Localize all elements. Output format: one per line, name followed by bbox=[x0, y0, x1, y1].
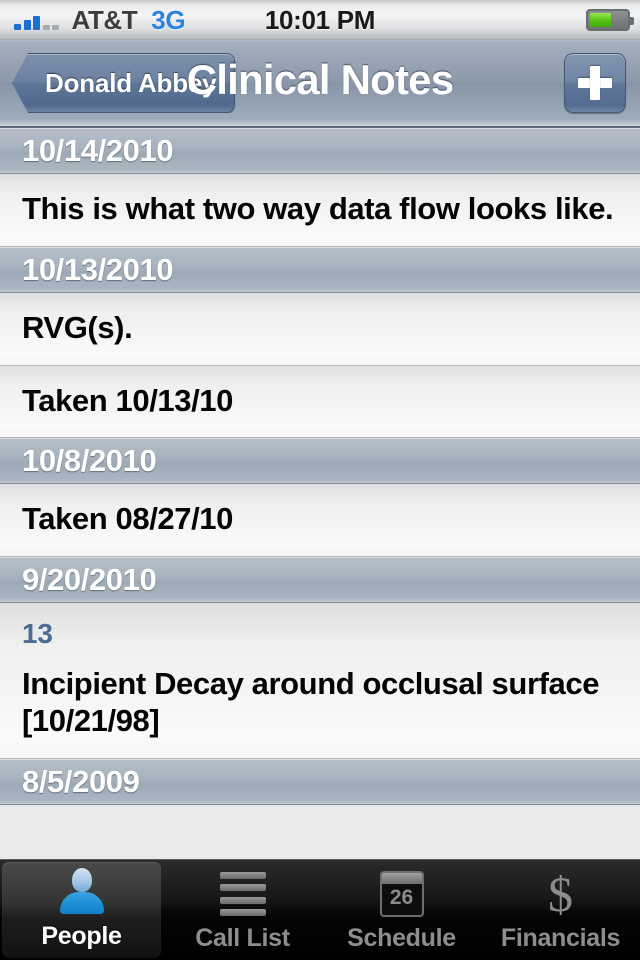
signal-strength-icon bbox=[14, 10, 62, 30]
note-row[interactable]: Taken 08/27/10 bbox=[0, 484, 640, 558]
section-header: 10/14/2010 bbox=[0, 128, 640, 174]
note-row[interactable]: RVG(s). bbox=[0, 292, 640, 366]
section-header: 9/20/2010 bbox=[0, 557, 640, 604]
network-type-label: 3G bbox=[151, 4, 186, 35]
add-note-button[interactable] bbox=[564, 53, 626, 113]
note-row-text: This is what two way data flow looks lik… bbox=[22, 191, 614, 226]
tab-label: Call List bbox=[195, 924, 290, 952]
status-bar: AT&T 3G 10:01 PM bbox=[0, 0, 640, 40]
iphone-screen: AT&T 3G 10:01 PM Donald Abbey Clinical N… bbox=[0, 0, 640, 960]
note-row[interactable]: Taken 10/13/10 bbox=[0, 365, 640, 439]
tab-call-list[interactable]: Call List bbox=[163, 860, 322, 960]
tab-label: People bbox=[41, 922, 122, 950]
calendar-icon: 26 bbox=[379, 868, 424, 920]
section-header-date: 10/8/2010 bbox=[22, 443, 157, 479]
navigation-bar: Donald Abbey Clinical Notes bbox=[0, 40, 640, 128]
status-bar-right bbox=[586, 9, 634, 31]
section-header: 8/5/2009 bbox=[0, 759, 640, 806]
section-header-date: 8/5/2009 bbox=[22, 764, 140, 800]
tab-people[interactable]: People bbox=[2, 862, 161, 958]
note-row-text: RVG(s). bbox=[22, 309, 133, 345]
tab-label: Schedule bbox=[347, 924, 456, 952]
section-header: 10/8/2010 bbox=[0, 438, 640, 485]
calendar-day-number: 26 bbox=[389, 886, 414, 909]
carrier-label: AT&T bbox=[71, 4, 138, 35]
dollar-icon: $ bbox=[548, 866, 573, 922]
battery-icon bbox=[586, 9, 634, 31]
section-header-date: 10/13/2010 bbox=[22, 251, 174, 287]
note-row-text: Taken 10/13/10 bbox=[22, 382, 233, 418]
status-bar-left: AT&T 3G bbox=[10, 4, 186, 36]
tab-label: Financials bbox=[500, 924, 621, 952]
tab-schedule[interactable]: 26 Schedule bbox=[322, 860, 481, 960]
tab-bar: People Call List 26 Schedule $ Financials bbox=[0, 859, 640, 960]
section-header-date: 10/14/2010 bbox=[22, 133, 174, 168]
section-header: 10/13/2010 bbox=[0, 246, 640, 293]
plus-icon bbox=[578, 66, 612, 100]
person-icon bbox=[59, 866, 105, 918]
tab-financials[interactable]: $ Financials bbox=[481, 860, 640, 960]
note-row-text: Incipient Decay around occlusal surface … bbox=[22, 665, 600, 739]
page-title: Clinical Notes bbox=[186, 56, 454, 103]
note-row[interactable]: This is what two way data flow looks lik… bbox=[0, 174, 640, 247]
list-lines-icon bbox=[219, 868, 266, 920]
note-row[interactable]: 13 Incipient Decay around occlusal surfac… bbox=[0, 603, 640, 760]
note-row-text: Taken 08/27/10 bbox=[22, 501, 233, 537]
note-row-tooth-number: 13 bbox=[22, 618, 53, 650]
clinical-notes-list[interactable]: 10/14/2010 This is what two way data flow… bbox=[0, 128, 640, 860]
section-header-date: 9/20/2010 bbox=[22, 562, 157, 598]
